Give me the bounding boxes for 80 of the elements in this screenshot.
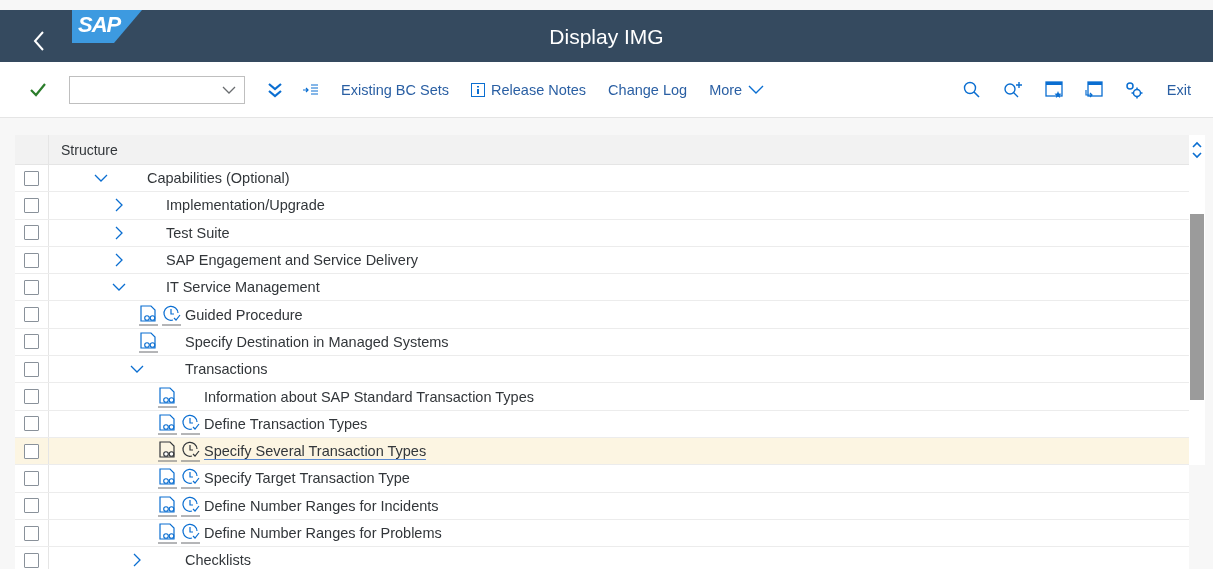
- tree-node-label[interactable]: Capabilities (Optional): [147, 170, 290, 187]
- indent-list-icon[interactable]: [303, 82, 319, 97]
- row-checkbox[interactable]: [24, 170, 39, 186]
- dropdown-caret-icon[interactable]: [222, 85, 236, 94]
- scrollbar-thumb[interactable]: [1190, 214, 1204, 400]
- tree-node-label[interactable]: Transactions: [185, 361, 268, 378]
- row-checkbox[interactable]: [24, 389, 39, 404]
- tree-row[interactable]: Define Number Ranges for Incidents: [15, 492, 1189, 520]
- row-checkbox[interactable]: [24, 361, 39, 377]
- tree-row[interactable]: Implementation/Upgrade: [15, 192, 1189, 220]
- tree-row[interactable]: Test Suite: [15, 219, 1189, 247]
- document-glasses-icon[interactable]: [157, 412, 178, 435]
- row-checkbox[interactable]: [24, 470, 39, 486]
- document-glasses-icon[interactable]: [157, 440, 178, 463]
- clock-check-icon[interactable]: [180, 494, 201, 517]
- tree-node-label[interactable]: Define Number Ranges for Incidents: [204, 497, 439, 514]
- document-glasses-icon[interactable]: [157, 467, 178, 490]
- tree-node-label[interactable]: Define Transaction Types: [204, 415, 368, 432]
- settings-icon[interactable]: [1124, 80, 1143, 99]
- tree-row[interactable]: Specify Destination in Managed Systems: [15, 328, 1189, 357]
- tree-node-label[interactable]: Implementation/Upgrade: [166, 197, 325, 214]
- tree-node-label[interactable]: Test Suite: [166, 224, 230, 241]
- tree-row[interactable]: Define Transaction Types: [15, 410, 1189, 438]
- search-icon[interactable]: [962, 80, 981, 99]
- row-checkbox[interactable]: [24, 498, 39, 514]
- document-glasses-icon[interactable]: [138, 303, 159, 326]
- tree-row[interactable]: Guided Procedure: [15, 301, 1189, 329]
- tree-row[interactable]: Specify Several Transaction Types: [15, 437, 1189, 466]
- clock-check-icon[interactable]: [180, 440, 201, 463]
- document-glasses-icon[interactable]: [157, 494, 178, 517]
- row-checkbox[interactable]: [24, 525, 39, 541]
- tree-node-label[interactable]: Guided Procedure: [185, 306, 303, 323]
- tree-row[interactable]: Transactions: [15, 356, 1189, 384]
- row-checkbox[interactable]: [24, 279, 39, 295]
- tree-row[interactable]: Specify Target Transaction Type: [15, 465, 1189, 493]
- toolbar-button[interactable]: Change Log: [606, 77, 690, 102]
- search-plus-icon[interactable]: [1002, 80, 1023, 99]
- tree-node-label[interactable]: Information about SAP Standard Transaction Types: [204, 388, 534, 405]
- scroll-arrows-icon[interactable]: [1192, 141, 1202, 159]
- clock-check-icon[interactable]: [161, 303, 182, 326]
- row-checkbox[interactable]: [24, 225, 39, 241]
- info-icon: [471, 82, 485, 97]
- tree-node-label[interactable]: Checklists: [185, 552, 252, 569]
- column-header: Structure: [48, 135, 118, 164]
- tree-node-label[interactable]: Specify Target Transaction Type: [204, 470, 410, 487]
- row-checkbox[interactable]: [24, 197, 39, 213]
- clock-check-icon[interactable]: [180, 522, 201, 544]
- tree-node-label[interactable]: Define Number Ranges for Problems: [204, 525, 442, 541]
- row-checkbox[interactable]: [24, 443, 39, 459]
- tree-row[interactable]: Define Number Ranges for Problems: [15, 519, 1189, 548]
- double-chevron-down-icon[interactable]: [267, 81, 283, 98]
- tree-row[interactable]: SAP Engagement and Service Delivery: [15, 246, 1189, 275]
- tree-node-label[interactable]: SAP Engagement and Service Delivery: [166, 252, 418, 269]
- row-checkbox[interactable]: [24, 334, 39, 350]
- tree-node-label[interactable]: IT Service Management: [166, 279, 320, 296]
- document-glasses-icon[interactable]: [138, 330, 159, 353]
- checkmark-icon[interactable]: [29, 81, 47, 98]
- toolbar-button[interactable]: Existing BC Sets: [339, 77, 451, 102]
- logo: SAP: [72, 10, 142, 43]
- tree-row[interactable]: Capabilities (Optional): [15, 165, 1189, 193]
- command-field[interactable]: [69, 75, 245, 104]
- chevron-left-icon: [32, 30, 46, 52]
- document-glasses-icon[interactable]: [157, 522, 178, 544]
- caret-icon: [748, 85, 765, 94]
- document-glasses-icon[interactable]: [157, 385, 178, 408]
- release-notes-button[interactable]: Release Notes: [469, 77, 589, 102]
- tree-row[interactable]: Information about SAP Standard Transaction Types: [15, 383, 1189, 411]
- tree-row[interactable]: IT Service Management: [15, 274, 1189, 302]
- tree-node-label[interactable]: Specify Destination in Managed Systems: [185, 333, 449, 350]
- tree-node-label[interactable]: Specify Several Transaction Types: [204, 442, 427, 460]
- window-title: Display IMG: [549, 25, 664, 49]
- clock-check-icon[interactable]: [180, 412, 201, 435]
- row-checkbox[interactable]: [24, 552, 39, 568]
- scrollbar[interactable]: [1189, 135, 1205, 465]
- row-checkbox[interactable]: [24, 416, 39, 432]
- exit-button[interactable]: Exit: [1164, 77, 1193, 102]
- row-checkbox[interactable]: [24, 252, 39, 268]
- more-menu-button[interactable]: More: [707, 77, 767, 102]
- row-checkbox[interactable]: [24, 307, 39, 323]
- clock-check-icon[interactable]: [180, 467, 201, 490]
